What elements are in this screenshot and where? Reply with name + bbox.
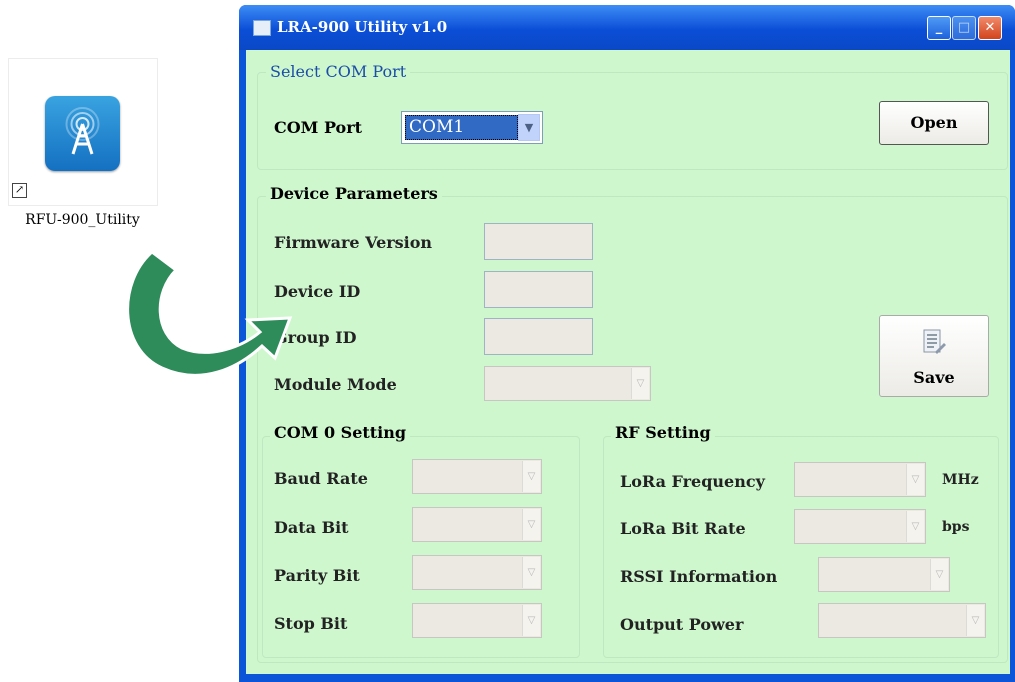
chevron-down-icon: ▽ [906, 464, 924, 495]
curved-arrow-icon [126, 250, 293, 377]
com0-setting-title: COM 0 Setting [270, 423, 411, 442]
parity-bit-select[interactable]: ▽ [412, 555, 542, 590]
module-mode-select[interactable]: ▽ [484, 366, 651, 401]
com-port-label: COM Port [274, 118, 363, 137]
baud-rate-label: Baud Rate [274, 469, 368, 488]
close-button[interactable]: ✕ [978, 16, 1002, 40]
com-port-group-title: Select COM Port [266, 62, 411, 81]
lora-frequency-label: LoRa Frequency [620, 472, 765, 491]
app-window-icon [253, 20, 271, 36]
output-power-select[interactable]: ▽ [818, 603, 986, 638]
data-bit-select[interactable]: ▽ [412, 507, 542, 542]
shortcut-arrow-icon: ↗ [12, 183, 27, 198]
chevron-down-icon: ▽ [966, 605, 984, 636]
firmware-version-field[interactable] [484, 223, 593, 260]
chevron-down-icon: ▽ [930, 559, 948, 590]
chevron-down-icon: ▽ [522, 557, 540, 588]
data-bit-label: Data Bit [274, 518, 349, 537]
antenna-tower-icon[interactable] [45, 96, 120, 171]
chevron-down-icon: ▽ [631, 368, 649, 399]
baud-rate-select[interactable]: ▽ [412, 459, 542, 494]
chevron-down-icon: ▽ [906, 511, 924, 542]
minimize-button[interactable]: _ [927, 16, 951, 40]
parity-bit-label: Parity Bit [274, 566, 360, 585]
rssi-information-select[interactable]: ▽ [818, 557, 950, 592]
rssi-information-label: RSSI Information [620, 567, 778, 586]
shortcut-label[interactable]: RFU-900_Utility [0, 212, 165, 228]
open-button[interactable]: Open [879, 101, 989, 145]
lora-frequency-unit: MHz [942, 472, 979, 488]
save-button-label: Save [913, 368, 955, 387]
group-id-field[interactable] [484, 318, 593, 355]
lora-bit-rate-unit: bps [942, 519, 970, 535]
output-power-label: Output Power [620, 615, 744, 634]
save-icon [923, 329, 946, 354]
window-title: LRA-900 Utility v1.0 [277, 18, 448, 36]
device-parameters-title: Device Parameters [266, 184, 442, 203]
chevron-down-icon: ▽ [522, 509, 540, 540]
maximize-button[interactable]: □ [952, 16, 976, 40]
lora-bit-rate-label: LoRa Bit Rate [620, 519, 746, 538]
lora-frequency-select[interactable]: ▽ [794, 462, 926, 497]
com-port-select[interactable]: COM1 ▼ [401, 111, 543, 144]
stop-bit-select[interactable]: ▽ [412, 603, 542, 638]
stop-bit-label: Stop Bit [274, 614, 348, 633]
chevron-down-icon: ▽ [522, 605, 540, 636]
chevron-down-icon[interactable]: ▼ [518, 114, 540, 141]
lora-bit-rate-select[interactable]: ▽ [794, 509, 926, 544]
device-id-field[interactable] [484, 271, 593, 308]
chevron-down-icon: ▽ [522, 461, 540, 492]
save-button[interactable]: Save [879, 315, 989, 397]
com-port-value: COM1 [405, 115, 518, 140]
rf-setting-title: RF Setting [611, 423, 715, 442]
